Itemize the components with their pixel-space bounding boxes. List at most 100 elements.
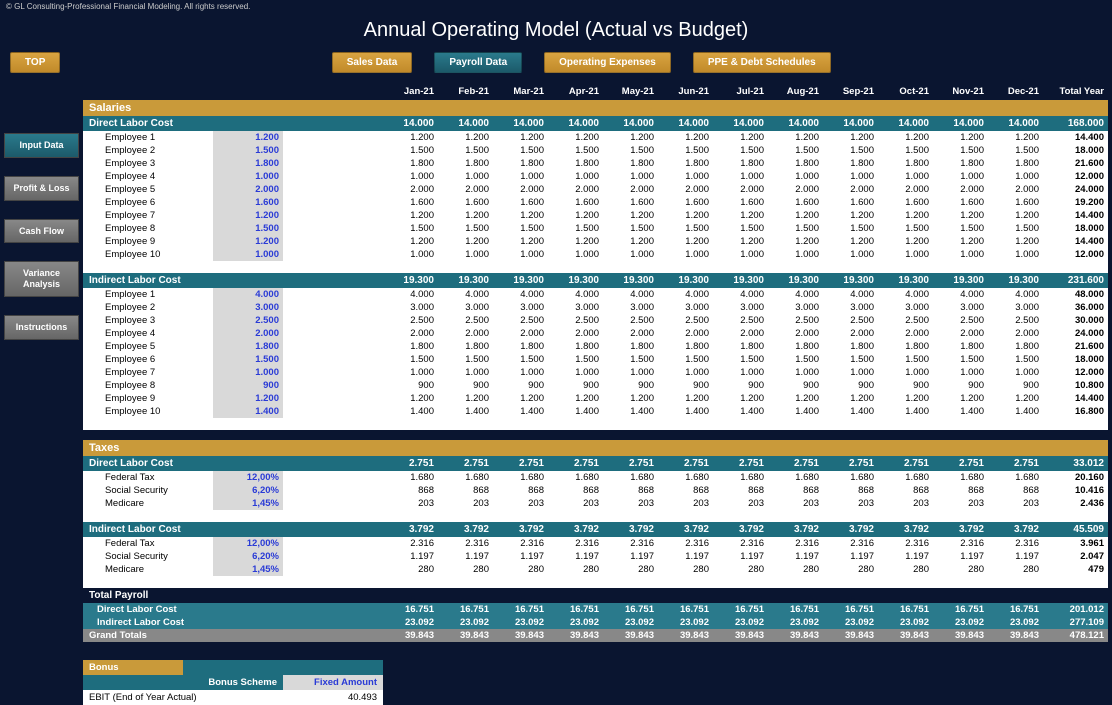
row-rate[interactable]: 1.000 [213,248,283,261]
row-month: 2.500 [548,314,603,327]
row-month: 1.200 [658,235,713,248]
indirect-labor-header: Indirect Labor Cost 19.30019.30019.30019… [83,273,1108,288]
row-month: 3.000 [878,301,933,314]
nav-ppe[interactable]: PPE & Debt Schedules [693,52,831,73]
side-instructions[interactable]: Instructions [4,315,79,340]
row-rate[interactable]: 6,20% [213,550,283,563]
table-row: Employee 51.8001.8001.8001.8001.8001.800… [83,340,1108,353]
row-rate[interactable]: 3.000 [213,301,283,314]
row-rate[interactable]: 1.000 [213,366,283,379]
row-month: 2.000 [658,327,713,340]
row-month: 1.800 [713,157,768,170]
row-rate[interactable]: 1.500 [213,144,283,157]
row-month: 1.500 [988,353,1043,366]
side-cashflow[interactable]: Cash Flow [4,219,79,244]
row-rate[interactable]: 1.500 [213,353,283,366]
row-month: 1.200 [658,392,713,405]
row-month: 2.316 [933,537,988,550]
row-month: 280 [713,563,768,576]
side-pl[interactable]: Profit & Loss [4,176,79,201]
row-month: 1.680 [713,471,768,484]
row-month: 1.400 [493,405,548,418]
total-payroll-header: Total Payroll [83,588,1108,603]
row-month: 4.000 [933,288,988,301]
row-month: 1.500 [988,144,1043,157]
row-month: 2.000 [878,183,933,196]
table-row: Employee 101.4001.4001.4001.4001.4001.40… [83,405,1108,418]
row-rate[interactable]: 6,20% [213,484,283,497]
row-month: 900 [713,379,768,392]
row-month: 1.000 [988,170,1043,183]
row-rate[interactable]: 1.800 [213,157,283,170]
row-month: 1.680 [548,471,603,484]
row-rate[interactable]: 1.200 [213,131,283,144]
row-rate[interactable]: 2.000 [213,327,283,340]
row-month: 868 [658,484,713,497]
row-month: 1.500 [548,353,603,366]
table-row: Federal Tax12,00%1.6801.6801.6801.6801.6… [83,471,1108,484]
row-month: 1.500 [713,144,768,157]
row-rate[interactable]: 1.000 [213,170,283,183]
row-month: 1.680 [383,471,438,484]
table-row: Employee 71.0001.0001.0001.0001.0001.000… [83,366,1108,379]
side-variance[interactable]: Variance Analysis [4,261,79,297]
row-rate[interactable]: 1,45% [213,563,283,576]
row-label: Employee 9 [83,392,213,405]
row-label: Employee 7 [83,209,213,222]
row-month: 2.000 [988,183,1043,196]
row-rate[interactable]: 900 [213,379,283,392]
top-button[interactable]: TOP [10,52,60,73]
row-rate[interactable]: 4.000 [213,288,283,301]
row-rate[interactable]: 1.200 [213,209,283,222]
row-month: 1.500 [933,222,988,235]
side-input-data[interactable]: Input Data [4,133,79,158]
row-rate[interactable]: 1.800 [213,340,283,353]
row-rate[interactable]: 1.500 [213,222,283,235]
row-rate[interactable]: 12,00% [213,537,283,550]
row-month: 1.200 [383,392,438,405]
row-month: 2.500 [438,314,493,327]
row-rate[interactable]: 1.600 [213,196,283,209]
row-rate[interactable]: 2.000 [213,183,283,196]
row-month: 1.197 [383,550,438,563]
row-month: 4.000 [383,288,438,301]
row-rate[interactable]: 1,45% [213,497,283,510]
row-month: 868 [548,484,603,497]
row-month: 1.500 [768,222,823,235]
row-month: 1.000 [383,170,438,183]
row-month: 1.200 [823,209,878,222]
row-total: 21.600 [1043,157,1108,170]
nav-payroll[interactable]: Payroll Data [434,52,522,73]
row-rate[interactable]: 1.400 [213,405,283,418]
row-month: 3.000 [823,301,878,314]
row-rate[interactable]: 12,00% [213,471,283,484]
row-month: 1.200 [493,209,548,222]
row-month: 1.680 [438,471,493,484]
nav-opex[interactable]: Operating Expenses [544,52,671,73]
row-month: 1.197 [548,550,603,563]
payroll-table: Jan-21Feb-21Mar-21Apr-21 May-21Jun-21Jul… [83,83,1108,652]
bonus-scheme-value[interactable]: Fixed Amount [283,675,383,690]
row-month: 203 [658,497,713,510]
row-label: Federal Tax [83,471,213,484]
summary-indirect: Indirect Labor Cost 23.09223.09223.09223… [83,616,1108,629]
row-month: 2.500 [933,314,988,327]
row-month: 1.600 [383,196,438,209]
row-rate[interactable]: 1.200 [213,392,283,405]
tax-indirect-header: Indirect Labor Cost 3.7923.7923.7923.792… [83,522,1108,537]
row-month: 1.800 [878,157,933,170]
row-month: 1.197 [988,550,1043,563]
row-month: 203 [438,497,493,510]
row-month: 1.000 [768,248,823,261]
row-month: 1.200 [768,209,823,222]
row-month: 2.000 [768,327,823,340]
row-month: 1.680 [658,471,713,484]
row-month: 1.200 [933,209,988,222]
row-rate[interactable]: 1.200 [213,235,283,248]
row-month: 900 [988,379,1043,392]
row-month: 1.500 [878,353,933,366]
row-rate[interactable]: 2.500 [213,314,283,327]
nav-sales[interactable]: Sales Data [332,52,413,73]
row-total: 14.400 [1043,392,1108,405]
row-month: 3.000 [713,301,768,314]
